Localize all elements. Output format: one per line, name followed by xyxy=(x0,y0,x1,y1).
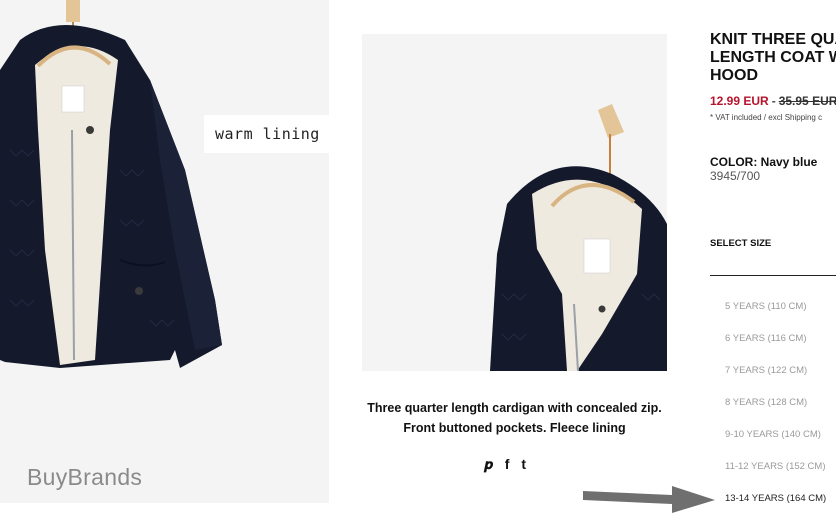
product-description: Three quarter length cardigan with conce… xyxy=(362,398,667,438)
size-list: 5 YEARS (110 CM) 6 YEARS (116 CM) 7 YEAR… xyxy=(725,301,826,525)
coat-illustration-main xyxy=(0,0,222,368)
title-line-3: HOOD xyxy=(710,67,758,84)
pinterest-icon[interactable]: 𝒑 xyxy=(484,456,493,472)
arrow-icon xyxy=(583,486,715,513)
title-line-1: KNIT THREE QUA xyxy=(710,31,836,48)
size-option-selected[interactable]: 13-14 YEARS (164 CM) xyxy=(725,493,826,525)
wall-hook-illustration xyxy=(598,104,624,138)
price-separator: - xyxy=(771,94,776,108)
share-icons: 𝒑 f t xyxy=(484,456,526,472)
size-option[interactable]: 6 YEARS (116 CM) xyxy=(725,333,826,365)
vat-note[interactable]: * VAT included / excl Shipping c xyxy=(710,113,822,122)
tumblr-icon[interactable]: t xyxy=(521,456,526,472)
description-line-2: Front buttoned pockets. Fleece lining xyxy=(403,421,626,435)
color-label: COLOR: Navy blue xyxy=(710,155,818,169)
sale-price: 12.99 EUR xyxy=(710,94,769,108)
price-row: 12.99 EUR -35.95 EUR xyxy=(710,94,836,108)
coat-illustration-secondary xyxy=(490,104,667,371)
product-photo-secondary[interactable] xyxy=(362,34,667,371)
warm-lining-caption: warm lining xyxy=(204,115,329,153)
size-option[interactable]: 11-12 YEARS (152 CM) xyxy=(725,461,826,493)
product-photo-main: warm lining BuyBrands xyxy=(0,0,329,503)
size-option[interactable]: 8 YEARS (128 CM) xyxy=(725,397,826,429)
facebook-icon[interactable]: f xyxy=(505,456,510,472)
product-title: KNIT THREE QUA LENGTH COAT W HOOD xyxy=(710,31,836,85)
size-divider xyxy=(710,275,836,276)
title-line-2: LENGTH COAT W xyxy=(710,49,836,66)
hook-illustration xyxy=(66,0,80,22)
select-size-label: SELECT SIZE xyxy=(710,238,772,249)
size-option[interactable]: 7 YEARS (122 CM) xyxy=(725,365,826,397)
size-option[interactable]: 5 YEARS (110 CM) xyxy=(725,301,826,333)
description-line-1: Three quarter length cardigan with conce… xyxy=(367,401,662,415)
original-price: 35.95 EUR xyxy=(778,94,836,108)
size-option[interactable]: 9-10 YEARS (140 CM) xyxy=(725,429,826,461)
reference-code: 3945/700 xyxy=(710,169,761,183)
watermark-text: BuyBrands xyxy=(27,464,143,490)
